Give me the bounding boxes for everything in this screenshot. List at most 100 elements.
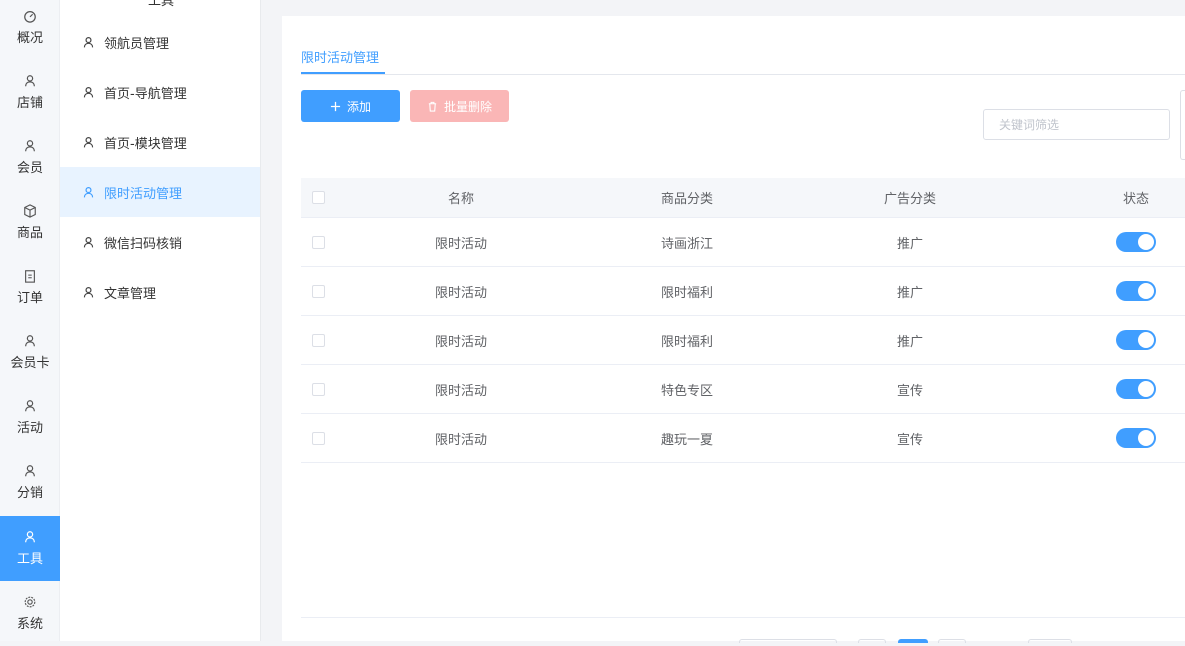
table-row: 限时活动 限时福利 推广 bbox=[301, 267, 1185, 316]
cell-name: 限时活动 bbox=[434, 383, 487, 399]
secondary-nav: 工具 领航员管理 首页-导航管理 首页-模块管理 限时活动管理 微信扫码核销 文… bbox=[60, 0, 261, 641]
pager-prev-button[interactable] bbox=[858, 639, 886, 643]
batch-delete-button[interactable]: 批量删除 bbox=[410, 90, 509, 122]
cell-name: 限时活动 bbox=[434, 432, 487, 448]
subnav-item-label: 首页-模块管理 bbox=[104, 136, 187, 152]
row-checkbox[interactable] bbox=[311, 284, 325, 298]
rail-item-tools[interactable]: 工具 bbox=[0, 516, 60, 581]
page-size-select[interactable] bbox=[739, 639, 837, 643]
batch-delete-button-label: 批量删除 bbox=[443, 99, 492, 114]
rail-item-overview[interactable]: 概况 bbox=[0, 0, 60, 60]
tabs-divider bbox=[301, 74, 1185, 75]
cell-name: 限时活动 bbox=[434, 236, 487, 252]
rail-item-label: 概况 bbox=[16, 31, 43, 46]
user-icon bbox=[83, 86, 94, 97]
rail-item-label: 店铺 bbox=[16, 96, 43, 111]
subnav-item-label: 领航员管理 bbox=[104, 36, 170, 52]
subnav-item-flash-sale[interactable]: 限时活动管理 bbox=[60, 167, 260, 217]
add-button[interactable]: 添加 bbox=[301, 90, 400, 122]
subnav-item-articles[interactable]: 文章管理 bbox=[60, 267, 260, 317]
cell-ad-category: 推广 bbox=[896, 236, 923, 252]
row-checkbox[interactable] bbox=[311, 333, 325, 347]
row-checkbox[interactable] bbox=[311, 235, 325, 249]
subnav-item-label: 首页-导航管理 bbox=[104, 86, 187, 102]
header-status: 状态 bbox=[1122, 192, 1149, 207]
status-toggle[interactable] bbox=[1116, 232, 1156, 252]
rail-item-system[interactable]: 系统 bbox=[0, 581, 60, 646]
main-panel: 限时活动管理 添加 批量删除 名称 商品分类 广告分类 状态 限时活动 诗画浙江… bbox=[282, 16, 1185, 643]
status-cell bbox=[1091, 267, 1181, 315]
pager-current-page[interactable] bbox=[898, 639, 928, 643]
pager-next-button[interactable] bbox=[938, 639, 966, 643]
status-toggle[interactable] bbox=[1116, 281, 1156, 301]
cell-category: 诗画浙江 bbox=[660, 236, 713, 252]
rail-item-label: 会员卡 bbox=[10, 356, 50, 371]
user-icon bbox=[25, 335, 35, 347]
keyword-filter-input[interactable] bbox=[983, 109, 1170, 140]
subnav-item-label: 限时活动管理 bbox=[104, 186, 183, 202]
cell-category: 特色专区 bbox=[660, 383, 713, 399]
user-icon bbox=[83, 36, 94, 47]
subnav-section-title: 工具 bbox=[148, 0, 175, 9]
row-checkbox[interactable] bbox=[311, 382, 325, 396]
plus-icon bbox=[330, 101, 341, 111]
row-select-cell bbox=[311, 365, 325, 413]
subnav-item-label: 微信扫码核销 bbox=[104, 236, 183, 252]
status-cell bbox=[1091, 414, 1181, 462]
table-header: 名称 商品分类 广告分类 状态 bbox=[301, 178, 1185, 218]
status-cell bbox=[1091, 316, 1181, 364]
rail-item-goods[interactable]: 商品 bbox=[0, 190, 60, 255]
table-footer-divider bbox=[301, 617, 1185, 618]
clipboard-icon bbox=[25, 270, 35, 283]
header-name: 名称 bbox=[447, 192, 474, 207]
rail-item-label: 分销 bbox=[16, 486, 43, 501]
rail-item-activity[interactable]: 活动 bbox=[0, 385, 60, 450]
row-select-cell bbox=[311, 218, 325, 266]
cell-name: 限时活动 bbox=[434, 285, 487, 301]
cell-ad-category: 宣传 bbox=[896, 383, 923, 399]
dashboard-icon bbox=[24, 11, 36, 23]
gear-icon bbox=[24, 596, 36, 608]
row-select-cell bbox=[311, 414, 325, 462]
subnav-item-home-module[interactable]: 首页-模块管理 bbox=[60, 117, 260, 167]
user-icon bbox=[25, 531, 35, 543]
rail-item-member[interactable]: 会员 bbox=[0, 125, 60, 190]
user-icon bbox=[83, 186, 94, 197]
subnav-item-navigator[interactable]: 领航员管理 bbox=[60, 17, 260, 67]
flash-sale-table: 名称 商品分类 广告分类 状态 限时活动 诗画浙江 推广 限时活动 限时福利 推… bbox=[301, 178, 1185, 463]
rail-item-label: 订单 bbox=[16, 291, 43, 306]
status-toggle[interactable] bbox=[1116, 428, 1156, 448]
status-toggle[interactable] bbox=[1116, 330, 1156, 350]
tab-flash-sale[interactable]: 限时活动管理 bbox=[301, 47, 379, 74]
box-icon bbox=[24, 204, 36, 218]
rail-item-store[interactable]: 店铺 bbox=[0, 60, 60, 125]
user-icon bbox=[25, 75, 35, 87]
subnav-item-home-nav[interactable]: 首页-导航管理 bbox=[60, 67, 260, 117]
rail-item-member-card[interactable]: 会员卡 bbox=[0, 320, 60, 385]
select-all-checkbox[interactable] bbox=[311, 191, 325, 204]
cell-name: 限时活动 bbox=[434, 334, 487, 350]
subnav-item-wechat-scan[interactable]: 微信扫码核销 bbox=[60, 217, 260, 267]
table-row: 限时活动 诗画浙江 推广 bbox=[301, 218, 1185, 267]
cell-category: 限时福利 bbox=[660, 285, 713, 301]
subnav-item-label: 文章管理 bbox=[104, 286, 157, 302]
status-toggle[interactable] bbox=[1116, 379, 1156, 399]
rail-item-orders[interactable]: 订单 bbox=[0, 255, 60, 320]
rail-item-label: 会员 bbox=[16, 161, 43, 176]
user-icon bbox=[83, 236, 94, 247]
user-icon bbox=[25, 400, 35, 412]
add-button-label: 添加 bbox=[346, 99, 371, 114]
trash-icon bbox=[428, 101, 437, 112]
cell-ad-category: 宣传 bbox=[896, 432, 923, 448]
table-row: 限时活动 特色专区 宣传 bbox=[301, 365, 1185, 414]
rail-item-label: 工具 bbox=[16, 552, 43, 567]
cell-category: 趣玩一夏 bbox=[660, 432, 713, 448]
status-cell bbox=[1091, 218, 1181, 266]
rail-item-distribution[interactable]: 分销 bbox=[0, 450, 60, 515]
rail-item-label: 活动 bbox=[16, 421, 43, 436]
cell-ad-category: 推广 bbox=[896, 334, 923, 350]
select-all-cell bbox=[311, 178, 325, 217]
filter-side-button[interactable] bbox=[1180, 90, 1185, 160]
pager-jump-input[interactable] bbox=[1028, 639, 1072, 643]
row-checkbox[interactable] bbox=[311, 431, 325, 445]
